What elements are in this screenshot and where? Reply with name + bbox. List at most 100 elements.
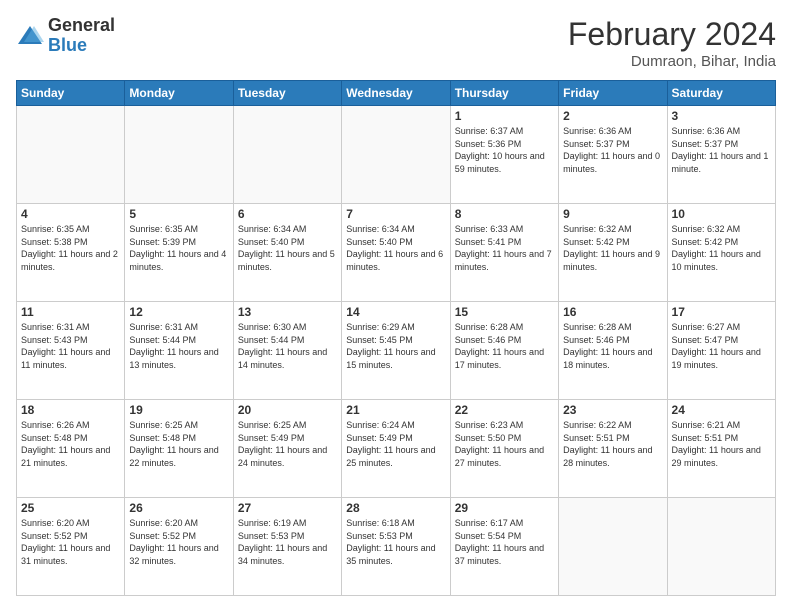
- day-number: 10: [672, 207, 771, 221]
- col-thursday: Thursday: [450, 81, 558, 106]
- calendar-cell: [233, 106, 341, 204]
- calendar-cell: [559, 498, 667, 596]
- calendar-cell: 9 Sunrise: 6:32 AM Sunset: 5:42 PM Daylig…: [559, 204, 667, 302]
- day-number: 16: [563, 305, 662, 319]
- day-number: 27: [238, 501, 337, 515]
- calendar-cell: 7 Sunrise: 6:34 AM Sunset: 5:40 PM Daylig…: [342, 204, 450, 302]
- day-number: 3: [672, 109, 771, 123]
- calendar-cell: 17 Sunrise: 6:27 AM Sunset: 5:47 PM Dayli…: [667, 302, 775, 400]
- header: General Blue February 2024 Dumraon, Biha…: [16, 16, 776, 70]
- day-info: Sunrise: 6:31 AM Sunset: 5:44 PM Dayligh…: [129, 321, 228, 371]
- day-info: Sunrise: 6:23 AM Sunset: 5:50 PM Dayligh…: [455, 419, 554, 469]
- day-number: 11: [21, 305, 120, 319]
- calendar-cell: 20Sunrise: 6:25 AM Sunset: 5:49 PM Dayli…: [233, 400, 341, 498]
- calendar-cell: 21 Sunrise: 6:24 AM Sunset: 5:49 PM Dayli…: [342, 400, 450, 498]
- calendar-cell: 2 Sunrise: 6:36 AM Sunset: 5:37 PM Daylig…: [559, 106, 667, 204]
- calendar-cell: 1 Sunrise: 6:37 AM Sunset: 5:36 PM Daylig…: [450, 106, 558, 204]
- day-number: 25: [21, 501, 120, 515]
- title-location: Dumraon, Bihar, India: [568, 53, 776, 70]
- calendar-cell: 23 Sunrise: 6:22 AM Sunset: 5:51 PM Dayli…: [559, 400, 667, 498]
- col-sunday: Sunday: [17, 81, 125, 106]
- day-info: Sunrise: 6:20 AM Sunset: 5:52 PM Dayligh…: [21, 517, 120, 567]
- day-number: 19: [129, 403, 228, 417]
- calendar-cell: 14Sunrise: 6:29 AM Sunset: 5:45 PM Dayli…: [342, 302, 450, 400]
- day-number: 12: [129, 305, 228, 319]
- calendar-cell: 27 Sunrise: 6:19 AM Sunset: 5:53 PM Dayli…: [233, 498, 341, 596]
- day-number: 26: [129, 501, 228, 515]
- day-number: 7: [346, 207, 445, 221]
- day-info: Sunrise: 6:19 AM Sunset: 5:53 PM Dayligh…: [238, 517, 337, 567]
- day-info: Sunrise: 6:25 AM Sunset: 5:48 PM Dayligh…: [129, 419, 228, 469]
- logo-text: General Blue: [48, 16, 115, 56]
- day-number: 4: [21, 207, 120, 221]
- calendar-cell: 15Sunrise: 6:28 AM Sunset: 5:46 PM Dayli…: [450, 302, 558, 400]
- col-monday: Monday: [125, 81, 233, 106]
- day-number: 17: [672, 305, 771, 319]
- calendar-week-0: 1 Sunrise: 6:37 AM Sunset: 5:36 PM Daylig…: [17, 106, 776, 204]
- day-info: Sunrise: 6:31 AM Sunset: 5:43 PM Dayligh…: [21, 321, 120, 371]
- calendar-header-row: Sunday Monday Tuesday Wednesday Thursday…: [17, 81, 776, 106]
- calendar-cell: [342, 106, 450, 204]
- col-saturday: Saturday: [667, 81, 775, 106]
- calendar-cell: 16Sunrise: 6:28 AM Sunset: 5:46 PM Dayli…: [559, 302, 667, 400]
- calendar-table: Sunday Monday Tuesday Wednesday Thursday…: [16, 80, 776, 596]
- day-number: 21: [346, 403, 445, 417]
- calendar-cell: 11 Sunrise: 6:31 AM Sunset: 5:43 PM Dayli…: [17, 302, 125, 400]
- title-block: February 2024 Dumraon, Bihar, India: [568, 16, 776, 70]
- col-tuesday: Tuesday: [233, 81, 341, 106]
- calendar-cell: 3 Sunrise: 6:36 AM Sunset: 5:37 PM Daylig…: [667, 106, 775, 204]
- day-number: 18: [21, 403, 120, 417]
- calendar-week-4: 25 Sunrise: 6:20 AM Sunset: 5:52 PM Dayli…: [17, 498, 776, 596]
- calendar-cell: 22 Sunrise: 6:23 AM Sunset: 5:50 PM Dayli…: [450, 400, 558, 498]
- day-number: 28: [346, 501, 445, 515]
- day-info: Sunrise: 6:32 AM Sunset: 5:42 PM Dayligh…: [672, 223, 771, 273]
- col-friday: Friday: [559, 81, 667, 106]
- day-number: 20: [238, 403, 337, 417]
- calendar-week-1: 4 Sunrise: 6:35 AM Sunset: 5:38 PM Daylig…: [17, 204, 776, 302]
- day-number: 22: [455, 403, 554, 417]
- calendar-cell: 10 Sunrise: 6:32 AM Sunset: 5:42 PM Dayli…: [667, 204, 775, 302]
- day-info: Sunrise: 6:36 AM Sunset: 5:37 PM Dayligh…: [672, 125, 771, 175]
- day-info: Sunrise: 6:29 AM Sunset: 5:45 PM Dayligh…: [346, 321, 445, 371]
- day-info: Sunrise: 6:17 AM Sunset: 5:54 PM Dayligh…: [455, 517, 554, 567]
- day-info: Sunrise: 6:32 AM Sunset: 5:42 PM Dayligh…: [563, 223, 662, 273]
- calendar-cell: 4 Sunrise: 6:35 AM Sunset: 5:38 PM Daylig…: [17, 204, 125, 302]
- day-info: Sunrise: 6:37 AM Sunset: 5:36 PM Dayligh…: [455, 125, 554, 175]
- day-info: Sunrise: 6:34 AM Sunset: 5:40 PM Dayligh…: [346, 223, 445, 273]
- logo: General Blue: [16, 16, 115, 56]
- day-number: 6: [238, 207, 337, 221]
- logo-general: General: [48, 16, 115, 36]
- logo-blue: Blue: [48, 36, 115, 56]
- logo-icon: [16, 22, 44, 50]
- day-info: Sunrise: 6:27 AM Sunset: 5:47 PM Dayligh…: [672, 321, 771, 371]
- col-wednesday: Wednesday: [342, 81, 450, 106]
- calendar-cell: 12 Sunrise: 6:31 AM Sunset: 5:44 PM Dayli…: [125, 302, 233, 400]
- calendar-cell: 26 Sunrise: 6:20 AM Sunset: 5:52 PM Dayli…: [125, 498, 233, 596]
- day-info: Sunrise: 6:34 AM Sunset: 5:40 PM Dayligh…: [238, 223, 337, 273]
- day-number: 29: [455, 501, 554, 515]
- calendar-cell: 25 Sunrise: 6:20 AM Sunset: 5:52 PM Dayli…: [17, 498, 125, 596]
- calendar-cell: 13 Sunrise: 6:30 AM Sunset: 5:44 PM Dayli…: [233, 302, 341, 400]
- calendar-cell: 6 Sunrise: 6:34 AM Sunset: 5:40 PM Daylig…: [233, 204, 341, 302]
- calendar-cell: [125, 106, 233, 204]
- day-info: Sunrise: 6:36 AM Sunset: 5:37 PM Dayligh…: [563, 125, 662, 175]
- calendar-cell: 5Sunrise: 6:35 AM Sunset: 5:39 PM Daylig…: [125, 204, 233, 302]
- title-month: February 2024: [568, 16, 776, 53]
- day-info: Sunrise: 6:30 AM Sunset: 5:44 PM Dayligh…: [238, 321, 337, 371]
- day-number: 13: [238, 305, 337, 319]
- calendar-cell: [17, 106, 125, 204]
- day-number: 9: [563, 207, 662, 221]
- day-number: 2: [563, 109, 662, 123]
- day-info: Sunrise: 6:20 AM Sunset: 5:52 PM Dayligh…: [129, 517, 228, 567]
- day-info: Sunrise: 6:35 AM Sunset: 5:38 PM Dayligh…: [21, 223, 120, 273]
- calendar-cell: 29 Sunrise: 6:17 AM Sunset: 5:54 PM Dayli…: [450, 498, 558, 596]
- page: General Blue February 2024 Dumraon, Biha…: [0, 0, 792, 612]
- calendar-cell: 28Sunrise: 6:18 AM Sunset: 5:53 PM Dayli…: [342, 498, 450, 596]
- day-number: 1: [455, 109, 554, 123]
- calendar-cell: 18Sunrise: 6:26 AM Sunset: 5:48 PM Dayli…: [17, 400, 125, 498]
- day-number: 23: [563, 403, 662, 417]
- day-info: Sunrise: 6:22 AM Sunset: 5:51 PM Dayligh…: [563, 419, 662, 469]
- day-number: 15: [455, 305, 554, 319]
- calendar-cell: [667, 498, 775, 596]
- day-info: Sunrise: 6:24 AM Sunset: 5:49 PM Dayligh…: [346, 419, 445, 469]
